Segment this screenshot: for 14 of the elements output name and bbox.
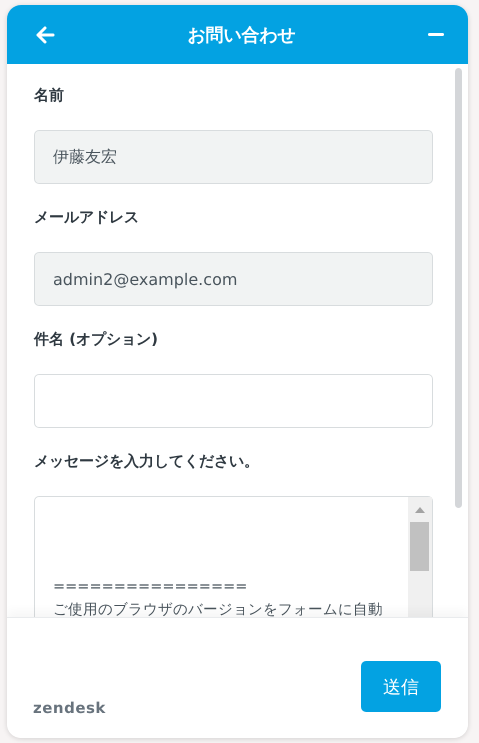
field-label: メールアドレス bbox=[34, 208, 140, 227]
field-label: 件名 (オプション) bbox=[34, 330, 159, 349]
field-label: メッセージを入力してください。 bbox=[34, 452, 260, 471]
back-button[interactable] bbox=[35, 26, 55, 44]
minimize-icon bbox=[428, 32, 444, 36]
brand-logo: zendesk bbox=[33, 699, 106, 717]
input-field[interactable]: admin2@example.com bbox=[34, 252, 433, 306]
minimize-button[interactable] bbox=[428, 32, 444, 36]
input-field[interactable] bbox=[34, 374, 433, 428]
back-arrow-icon bbox=[35, 26, 55, 44]
field-label: 名前 bbox=[34, 86, 65, 105]
window-title: お問い合わせ bbox=[188, 24, 296, 46]
scrollbar[interactable] bbox=[455, 68, 462, 508]
input-field[interactable]: 伊藤友宏 bbox=[34, 130, 433, 184]
